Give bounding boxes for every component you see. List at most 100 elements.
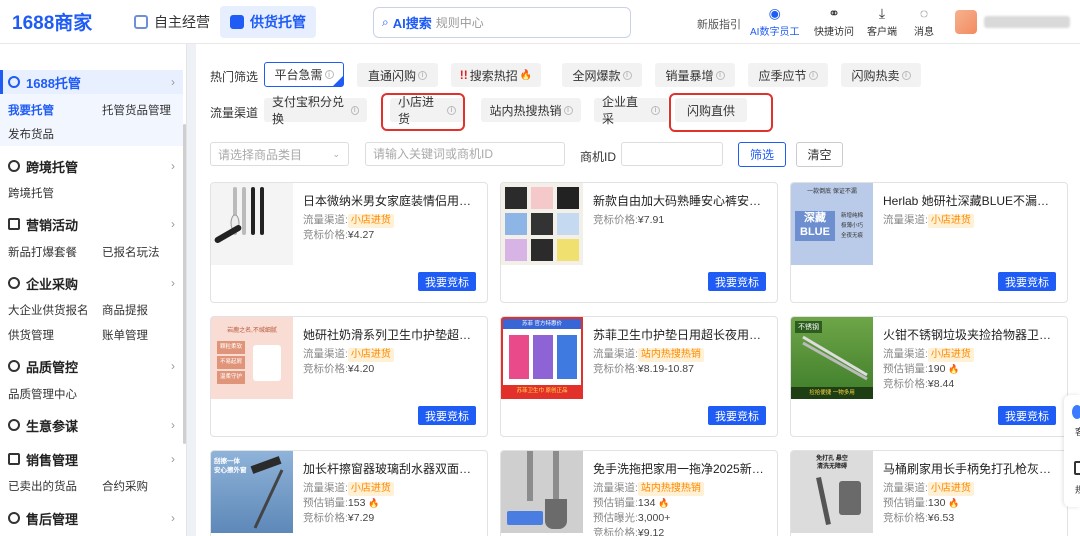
sidebar-item-bill-management[interactable]: 账单管理 xyxy=(102,327,148,343)
product-card[interactable]: 免手洗拖把家用一拖净2025新款... 流量渠道: 站内热搜热销 预估销量:134… xyxy=(500,450,778,536)
chip-alipay-points[interactable]: 支付宝积分兑换 i xyxy=(264,95,367,126)
product-card[interactable]: 日本微纳米男女家庭装情侣用牙刷... 流量渠道: 小店进货 竞标价格:¥4.27 … xyxy=(210,182,488,303)
sidebar-section-quality-control[interactable]: 品质管控 › xyxy=(0,354,183,378)
tab-supply-hosting[interactable]: 供货托管 xyxy=(220,6,316,38)
chip-search-hot[interactable]: !! 搜索热招 🔥 xyxy=(451,63,541,87)
sidebar: 1688托管 › 我要托管 托管货品管理 发布货品 跨境托管 › 跨境托管 营销… xyxy=(0,44,187,536)
bid-button[interactable]: 我要竞标 xyxy=(418,272,476,291)
product-sales: 预估销量:190 🔥 xyxy=(883,361,960,376)
product-card[interactable]: 苏菲 官方特惠价 苏菲卫生巾 原创正品 苏菲卫生巾护垫日用超长夜用安心... 流… xyxy=(500,316,778,437)
sidebar-item-hosted-goods[interactable]: 托管货品管理 xyxy=(102,102,171,118)
quick-access[interactable]: ⚭ 快捷访问 xyxy=(814,5,854,38)
messages[interactable]: ◌ 消息 xyxy=(914,5,934,38)
new-version-guide[interactable]: 新版指引 xyxy=(697,16,741,32)
product-card[interactable]: 刮擦一体 安心擦外窗 加长杆擦窗器玻璃刮水器双面擦高... 流量渠道: 小店进货 … xyxy=(210,450,488,536)
image-text: 颗粒柔软 xyxy=(217,341,246,354)
info-icon: i xyxy=(418,70,427,80)
product-title[interactable]: 新款自由加大码熟睡安心裤安睡裤... xyxy=(593,192,771,209)
widget-label: 客 xyxy=(1075,427,1080,437)
sidebar-section-enterprise-purchase[interactable]: 企业采购 › xyxy=(0,271,183,295)
product-title[interactable]: Herlab 她研社深藏BLUE不漏超薄... xyxy=(883,192,1061,209)
floating-side-widget[interactable]: 客 规 xyxy=(1064,395,1080,507)
sidebar-section-cross-border[interactable]: 跨境托管 › xyxy=(0,154,183,178)
avatar[interactable] xyxy=(955,10,977,34)
chip-seasonal[interactable]: 应季应节 i xyxy=(748,63,828,87)
sidebar-item-quality-center[interactable]: 品质管理中心 xyxy=(8,386,77,402)
sidebar-section-sales-management[interactable]: 销售管理 › xyxy=(0,447,183,471)
channel-tag: 小店进货 xyxy=(927,482,974,496)
sidebar-section-1688-hosting[interactable]: 1688托管 › xyxy=(0,70,183,94)
sidebar-item-contract-purchase[interactable]: 合约采购 xyxy=(102,478,148,494)
highlight-box-flash-supply xyxy=(669,93,773,132)
chip-onsite-hot-search[interactable]: 站内热搜热销 i xyxy=(481,98,581,122)
product-title[interactable]: 苏菲卫生巾护垫日用超长夜用安心... xyxy=(593,326,771,343)
gift-icon xyxy=(8,218,20,230)
category-select[interactable]: 请选择商品类目 ⌄ xyxy=(210,142,349,166)
sidebar-item-sold-goods[interactable]: 已卖出的货品 xyxy=(8,478,77,494)
product-title[interactable]: 免手洗拖把家用一拖净2025新款... xyxy=(593,460,771,477)
bid-button[interactable]: 我要竞标 xyxy=(998,406,1056,425)
top-header: 1688商家 自主经营 供货托管 ⌕ AI搜索 新版指引 ◉ AI数字员工 ⚭ … xyxy=(0,0,1080,44)
filter-button[interactable]: 筛选 xyxy=(738,142,786,167)
chip-direct-flash[interactable]: 直通闪购 i xyxy=(357,63,438,87)
product-card[interactable]: 免打孔 悬空 清洗无障碍 马桶刷家用长手柄免打孔枪灰色厕... 流量渠道: 小店进… xyxy=(790,450,1068,536)
image-text: 不易起屑 xyxy=(217,356,246,369)
product-card[interactable]: 一款倒底 保证不漏 深藏 BLUE 新增纯棉 极薄小巧 全夜无痕 Herlab … xyxy=(790,182,1068,303)
ai-digital-staff[interactable]: ◉ AI数字员工 xyxy=(750,5,799,38)
kv-label: 竞标价格: xyxy=(303,512,348,524)
exposure-value: 3,000+ xyxy=(637,512,671,524)
ai-search-box[interactable]: ⌕ AI搜索 xyxy=(373,7,631,38)
pack-shape xyxy=(533,335,553,379)
product-title[interactable]: 日本微纳米男女家庭装情侣用牙刷... xyxy=(303,192,481,209)
sidebar-scrollbar[interactable] xyxy=(183,124,186,444)
sidebar-item-new-product-package[interactable]: 新品打爆套餐 xyxy=(8,244,77,260)
product-card[interactable]: 不锈钢 捡拾便捷 一物多用 火钳不锈钢垃圾夹捡拾物器卫生钳... 流量渠道: 小店… xyxy=(790,316,1068,437)
sidebar-item-enterprise-supply[interactable]: 大企业供货报名 xyxy=(8,302,89,318)
sidebar-item-my-hosting[interactable]: 我要托管 xyxy=(8,102,54,118)
service-icon xyxy=(8,512,20,524)
product-title[interactable]: 火钳不锈钢垃圾夹捡拾物器卫生钳... xyxy=(883,326,1061,343)
section-label: 生意参谋 xyxy=(26,418,79,434)
product-title[interactable]: 马桶刷家用长手柄免打孔枪灰色厕... xyxy=(883,460,1061,477)
chip-platform-urgent[interactable]: 平台急需 i xyxy=(264,62,344,87)
section-label: 售后管理 xyxy=(26,511,79,527)
sidebar-section-marketing[interactable]: 营销活动 › xyxy=(0,212,183,236)
sidebar-item-supply-management[interactable]: 供货管理 xyxy=(8,327,54,343)
sidebar-item-goods-submit[interactable]: 商品提报 xyxy=(102,302,148,318)
channel-filter-label: 流量渠道 xyxy=(210,106,259,120)
sidebar-section-business-advisor[interactable]: 生意参谋 › xyxy=(0,413,183,437)
product-price: 竞标价格:¥6.53 xyxy=(883,510,954,525)
bid-button[interactable]: 我要竞标 xyxy=(998,272,1056,291)
product-card[interactable]: 新款自由加大码熟睡安心裤安睡裤... 竞标价格:¥7.91 我要竞标 xyxy=(500,182,778,303)
sidebar-item-publish-goods[interactable]: 发布货品 xyxy=(8,126,54,142)
tab-self-operated[interactable]: 自主经营 xyxy=(124,6,220,38)
account-name-blurred[interactable] xyxy=(984,16,1070,28)
product-image: 不锈钢 捡拾便捷 一物多用 xyxy=(791,317,873,399)
product-price: 竞标价格:¥8.19-10.87 xyxy=(593,361,694,376)
clear-button[interactable]: 清空 xyxy=(796,142,843,167)
product-title[interactable]: 她研社奶滑系列卫生巾护垫超薄棉... xyxy=(303,326,481,343)
sidebar-item-enrolled-plays[interactable]: 已报名玩法 xyxy=(102,244,160,260)
keyword-input[interactable] xyxy=(365,142,565,166)
opportunity-id-input[interactable] xyxy=(621,142,723,166)
mop-handle-shape xyxy=(553,451,559,501)
fire-icon: 🔥 xyxy=(658,498,670,508)
chip-enterprise-direct[interactable]: 企业直采 i xyxy=(594,95,668,126)
widget-label: 规 xyxy=(1075,485,1080,495)
product-channel: 流量渠道: 小店进货 xyxy=(883,346,974,362)
bid-button[interactable]: 我要竞标 xyxy=(708,272,766,291)
ai-search-input[interactable] xyxy=(435,15,586,30)
sidebar-item-cross-border[interactable]: 跨境托管 xyxy=(8,185,54,201)
client-download[interactable]: ⤓ 客户端 xyxy=(867,5,897,38)
chip-sales-surge[interactable]: 销量暴增 i xyxy=(655,63,735,87)
kv-label: 预估销量: xyxy=(303,497,348,509)
chip-network-hot[interactable]: 全网爆款 i xyxy=(562,63,642,87)
product-channel: 流量渠道: 小店进货 xyxy=(883,480,974,496)
logo[interactable]: 1688商家 xyxy=(12,8,92,35)
product-title[interactable]: 加长杆擦窗器玻璃刮水器双面擦高... xyxy=(303,460,481,477)
product-card[interactable]: 岩鹿之名,不缄细腻 颗粒柔软 不易起屑 温柔守护 她研社奶滑系列卫生巾护垫超薄棉… xyxy=(210,316,488,437)
chip-flash-hot[interactable]: 闪购热卖 i xyxy=(841,63,921,87)
sidebar-section-after-sales[interactable]: 售后管理 › xyxy=(0,506,183,530)
bid-button[interactable]: 我要竞标 xyxy=(708,406,766,425)
bid-button[interactable]: 我要竞标 xyxy=(418,406,476,425)
